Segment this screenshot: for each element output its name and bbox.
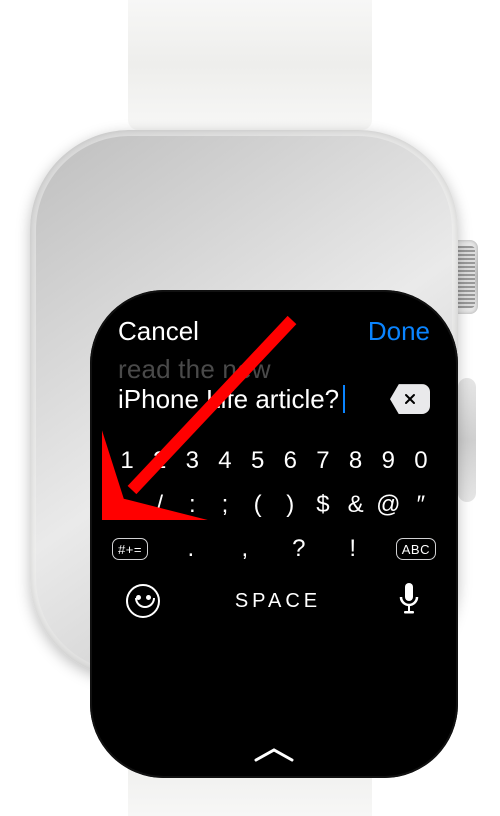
- key-semicolon[interactable]: ;: [210, 491, 240, 519]
- watch-band-top: [128, 0, 372, 130]
- backspace-button[interactable]: [390, 384, 430, 414]
- key-slash[interactable]: /: [145, 491, 175, 519]
- space-key[interactable]: SPACE: [235, 590, 321, 613]
- side-button[interactable]: [458, 378, 476, 502]
- key-3[interactable]: 3: [177, 447, 207, 475]
- key-2[interactable]: 2: [145, 447, 175, 475]
- key-7[interactable]: 7: [308, 447, 338, 475]
- text-current-line: iPhone Life article?: [118, 384, 339, 415]
- key-doubleprime[interactable]: ″: [406, 491, 436, 519]
- cancel-button[interactable]: Cancel: [118, 316, 199, 347]
- key-dollar[interactable]: $: [308, 491, 338, 519]
- key-8[interactable]: 8: [341, 447, 371, 475]
- done-button[interactable]: Done: [368, 316, 430, 347]
- key-period[interactable]: .: [176, 535, 206, 563]
- backspace-x-icon: [402, 391, 418, 407]
- key-rparen[interactable]: ): [275, 491, 305, 519]
- key-at[interactable]: @: [373, 491, 403, 519]
- text-cursor: [343, 385, 345, 413]
- key-lparen[interactable]: (: [243, 491, 273, 519]
- key-exclaim[interactable]: !: [338, 535, 368, 563]
- key-amp[interactable]: &: [341, 491, 371, 519]
- microphone-icon: [396, 583, 422, 615]
- key-comma[interactable]: ,: [230, 535, 260, 563]
- switch-to-alpha-button[interactable]: ABC: [396, 538, 436, 560]
- key-5[interactable]: 5: [243, 447, 273, 475]
- key-1[interactable]: 1: [112, 447, 142, 475]
- emoji-button[interactable]: [126, 584, 160, 618]
- chevron-up-icon: [252, 746, 296, 764]
- keyboard-row-2: - / : ; ( ) $ & @ ″: [108, 491, 440, 519]
- key-6[interactable]: 6: [275, 447, 305, 475]
- keyboard-row-3: #+= . , ? ! ABC: [108, 535, 440, 563]
- key-0[interactable]: 0: [406, 447, 436, 475]
- watch-case: Cancel Done read the new iPhone Life art…: [30, 130, 458, 678]
- text-prev-line: read the new: [118, 355, 430, 384]
- navbar: Cancel Done: [108, 316, 440, 355]
- keyboard: 1 2 3 4 5 6 7 8 9 0 - / : ; ( ) $ & @: [108, 447, 440, 620]
- dictation-button[interactable]: [396, 583, 422, 620]
- key-question[interactable]: ?: [284, 535, 314, 563]
- key-4[interactable]: 4: [210, 447, 240, 475]
- watch-screen: Cancel Done read the new iPhone Life art…: [90, 290, 458, 778]
- keyboard-bottom-row: SPACE: [108, 579, 440, 620]
- key-9[interactable]: 9: [373, 447, 403, 475]
- swipe-up-indicator[interactable]: [90, 746, 458, 764]
- keyboard-row-1: 1 2 3 4 5 6 7 8 9 0: [108, 447, 440, 475]
- key-dash[interactable]: -: [112, 491, 142, 519]
- switch-to-symbols-button[interactable]: #+=: [112, 538, 148, 560]
- text-input-area[interactable]: read the new iPhone Life article?: [108, 355, 440, 423]
- key-colon[interactable]: :: [177, 491, 207, 519]
